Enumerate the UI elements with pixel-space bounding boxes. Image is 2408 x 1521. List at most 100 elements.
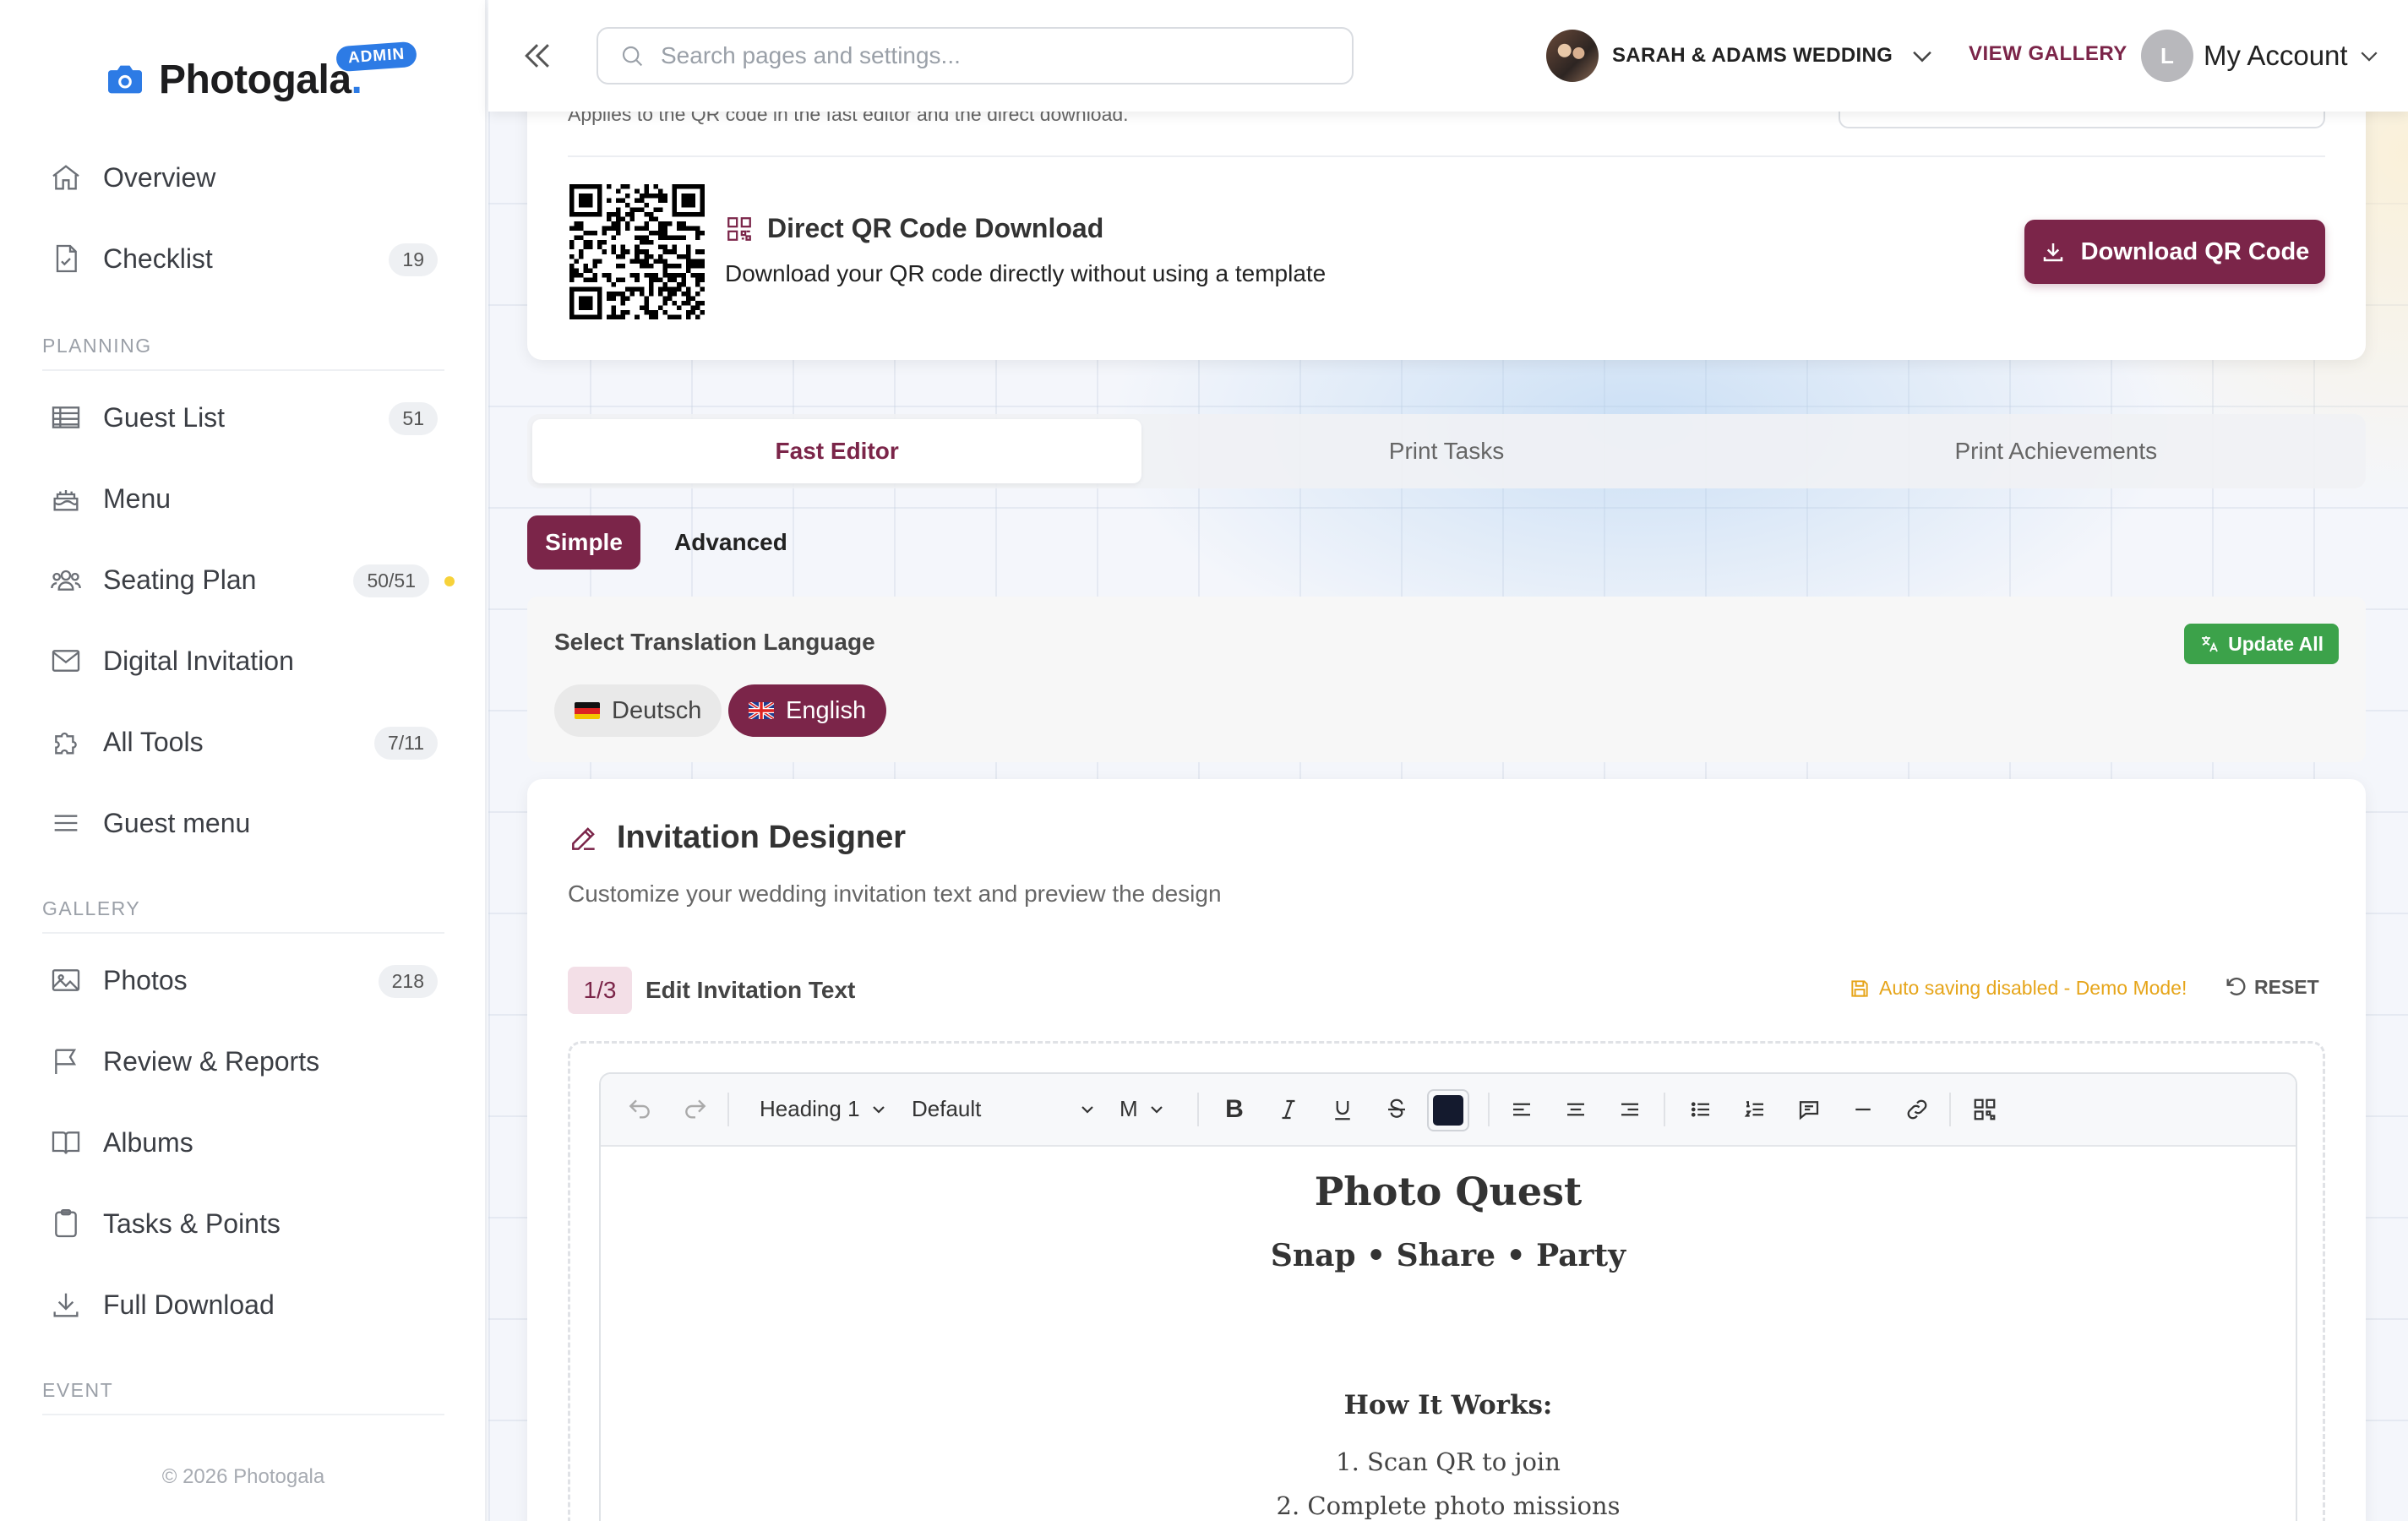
italic-icon[interactable] — [1273, 1094, 1304, 1125]
rich-text-editor[interactable]: Heading 1 Default M B Photo Quest Snap •… — [599, 1072, 2297, 1521]
count-badge: 7/11 — [373, 727, 438, 760]
sidebar-item-checklist[interactable]: Checklist 19 — [41, 226, 446, 291]
sidebar-item-label: Full Download — [103, 1289, 275, 1320]
sidebar-item-label: Digital Invitation — [103, 645, 294, 676]
font-select[interactable]: Default — [912, 1096, 1098, 1122]
qr-description: Download your QR code directly without u… — [725, 260, 1327, 286]
sidebar-item-review-reports[interactable]: Review & Reports — [41, 1029, 446, 1093]
cake-icon — [53, 490, 79, 511]
checklist-icon — [56, 244, 77, 273]
sidebar-item-albums[interactable]: Albums — [41, 1110, 446, 1175]
quote-icon[interactable] — [1794, 1094, 1824, 1125]
heading-select[interactable]: Heading 1 — [760, 1096, 889, 1122]
view-gallery-link[interactable]: VIEW GALLERY — [1969, 42, 2127, 66]
top-bar: SARAH & ADAMS WEDDING VIEW GALLERY L My … — [488, 0, 2408, 112]
autosave-status: Auto saving disabled - Demo Mode! — [1849, 977, 2187, 1000]
sidebar-item-tasks-points[interactable]: Tasks & Points — [41, 1191, 446, 1256]
qr-code-icon — [727, 216, 751, 241]
download-qr-label: Download QR Code — [2080, 237, 2310, 265]
heading-select-value: Heading 1 — [760, 1096, 860, 1121]
bullet-list-icon[interactable] — [1686, 1094, 1716, 1125]
text-color-picker[interactable] — [1427, 1089, 1469, 1131]
translation-title: Select Translation Language — [554, 629, 875, 655]
tab-print-tasks[interactable]: Print Tasks — [1141, 419, 1751, 483]
redo-icon[interactable] — [680, 1094, 711, 1125]
sidebar-item-seating-plan[interactable]: Seating Plan 50/51 — [41, 548, 455, 612]
update-all-button[interactable]: Update All — [2184, 624, 2339, 664]
mode-advanced-button[interactable]: Advanced — [656, 515, 806, 570]
translation-panel: Select Translation Language Update All D… — [527, 597, 2366, 762]
font-select-value: Default — [912, 1096, 982, 1121]
sidebar-item-all-tools[interactable]: All Tools 7/11 — [41, 710, 446, 774]
count-badge: 50/51 — [353, 564, 429, 597]
strikethrough-icon[interactable] — [1381, 1094, 1412, 1125]
tab-print-achievements[interactable]: Print Achievements — [1752, 419, 2361, 483]
link-icon[interactable] — [1902, 1094, 1932, 1125]
bold-icon[interactable]: B — [1219, 1094, 1250, 1125]
search-input[interactable] — [661, 42, 1320, 69]
align-right-icon[interactable] — [1615, 1094, 1645, 1125]
sidebar-footer: © 2026 Photogala — [161, 1465, 325, 1488]
toolbar-separator — [727, 1093, 729, 1126]
search-box[interactable] — [597, 27, 1354, 84]
editor-content[interactable]: Photo Quest Snap • Share • Party How It … — [601, 1147, 2296, 1521]
invitation-heading: Photo Quest — [1314, 1169, 1583, 1214]
count-badge: 19 — [389, 243, 438, 276]
undo-icon[interactable] — [624, 1094, 655, 1125]
collapse-sidebar-icon[interactable] — [519, 37, 556, 74]
qr-title: Direct QR Code Download — [767, 213, 1104, 243]
step-line: 1. Scan QR to join — [1336, 1447, 1561, 1476]
download-qr-button[interactable]: Download QR Code — [2024, 220, 2325, 284]
sidebar-item-guest-list[interactable]: Guest List 51 — [41, 385, 446, 450]
size-select[interactable]: M — [1120, 1096, 1167, 1122]
sidebar-item-digital-invitation[interactable]: Digital Invitation — [41, 629, 446, 693]
event-selector[interactable]: SARAH & ADAMS WEDDING — [1546, 29, 1937, 83]
insert-qr-icon[interactable] — [1969, 1094, 2000, 1125]
admin-badge: ADMIN — [335, 41, 418, 73]
language-chip-deutsch[interactable]: Deutsch — [554, 684, 722, 737]
qr-code-image — [569, 184, 705, 319]
section-gallery: GALLERY — [42, 897, 444, 934]
uk-flag-icon — [749, 702, 774, 719]
toolbar-separator — [1949, 1093, 1951, 1126]
sidebar-item-label: Menu — [103, 482, 172, 514]
sidebar-item-menu[interactable]: Menu — [41, 466, 446, 531]
editor-dropzone: Heading 1 Default M B Photo Quest Snap •… — [568, 1041, 2325, 1521]
download-icon — [2043, 243, 2062, 262]
section-planning: PLANNING — [42, 335, 444, 371]
editor-toolbar: Heading 1 Default M B — [601, 1074, 2296, 1147]
save-icon — [1851, 979, 1868, 997]
mode-simple-button[interactable]: Simple — [527, 515, 640, 570]
chevron-down-icon — [1913, 51, 1931, 63]
account-menu[interactable]: L My Account — [2141, 29, 2382, 83]
sidebar-item-photos[interactable]: Photos 218 — [41, 948, 446, 1012]
sidebar-item-label: Overview — [103, 161, 216, 193]
brand-logo[interactable]: Photogala. — [106, 54, 362, 105]
language-label: English — [786, 696, 867, 724]
toolbar-separator — [1664, 1093, 1665, 1126]
horizontal-rule-icon[interactable] — [1848, 1094, 1878, 1125]
reset-button[interactable]: RESET — [2224, 975, 2319, 999]
chevron-down-icon — [2361, 52, 2378, 62]
align-center-icon[interactable] — [1561, 1094, 1591, 1125]
underline-icon[interactable] — [1327, 1094, 1358, 1125]
image-icon — [52, 969, 80, 991]
designer-title: Invitation Designer — [617, 820, 907, 855]
download-icon — [53, 1293, 79, 1317]
language-chip-english[interactable]: English — [728, 684, 887, 737]
align-left-icon[interactable] — [1506, 1094, 1537, 1125]
section-event: EVENT — [42, 1379, 444, 1415]
sidebar-item-overview[interactable]: Overview — [41, 145, 446, 210]
numbered-list-icon[interactable] — [1740, 1094, 1770, 1125]
sidebar-item-guest-menu[interactable]: Guest menu — [41, 791, 446, 855]
sidebar-item-full-download[interactable]: Full Download — [41, 1273, 446, 1337]
mail-icon — [52, 650, 80, 672]
home-icon — [52, 165, 79, 190]
sidebar-item-label: Guest menu — [103, 807, 251, 838]
tab-fast-editor[interactable]: Fast Editor — [532, 419, 1142, 483]
account-label: My Account — [2204, 40, 2348, 71]
chevron-down-icon — [1081, 1105, 1093, 1114]
puzzle-icon — [55, 732, 77, 755]
invitation-subheading: Snap • Share • Party — [1270, 1238, 1626, 1273]
invitation-designer-card: Invitation Designer Customize your weddi… — [527, 779, 2366, 1521]
